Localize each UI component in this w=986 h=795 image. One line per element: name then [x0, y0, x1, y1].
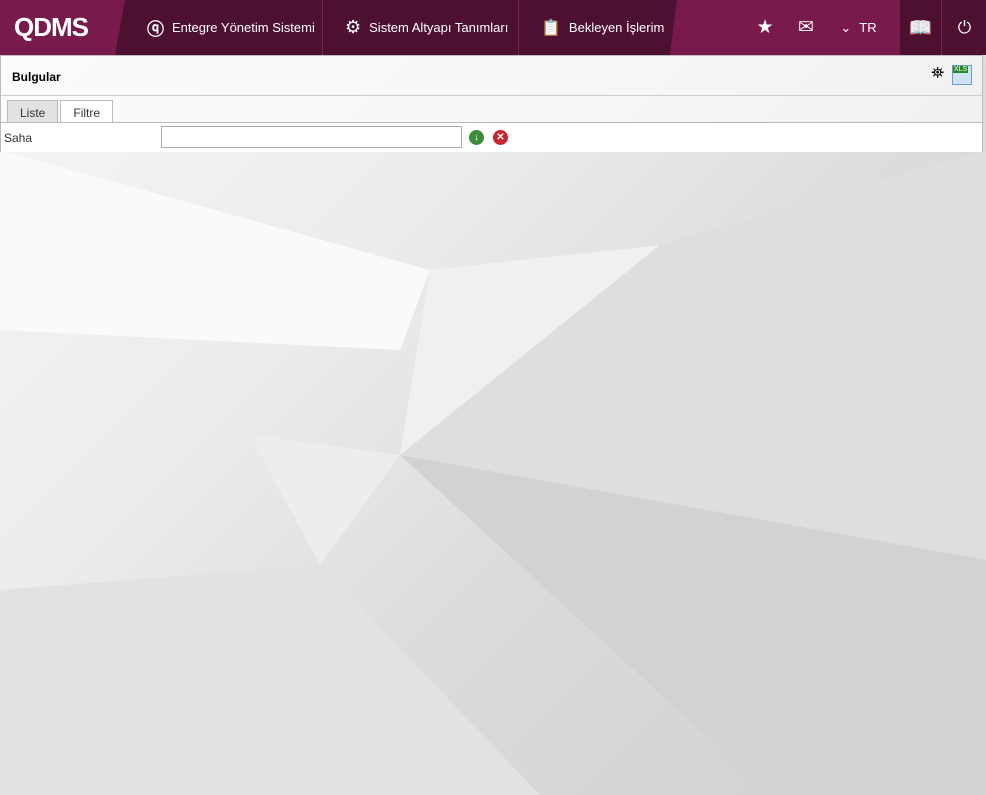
top-navbar: QDMS ⓠ Entegre Yönetim Sistemi ⚙ Sistem Al… [0, 0, 986, 55]
apply-filter-button[interactable]: ↓ [469, 130, 484, 145]
power-icon[interactable]: ⏻ [943, 0, 986, 55]
excel-export-icon[interactable]: XLS [952, 65, 972, 85]
bulgular-panel: Bulgular ⛯ XLS Liste Filtre Saha ↓ ✕ [0, 55, 983, 152]
tab-liste[interactable]: Liste [7, 100, 59, 122]
mail-icon[interactable]: ✉ [792, 0, 820, 55]
nav-entegre-yonetim-sistemi[interactable]: ⓠ Entegre Yönetim Sistemi [125, 0, 323, 55]
q-icon: ⓠ [147, 20, 164, 39]
panel-title: Bulgular [1, 56, 982, 96]
binoculars-icon[interactable]: ⛯ [931, 65, 944, 83]
qdms-logo[interactable]: QDMS [0, 0, 125, 55]
language-selector[interactable]: ⌄ TR [836, 0, 881, 55]
nav-bekleyen-islerim[interactable]: 📋 Bekleyen İşlerim [519, 0, 679, 55]
tab-filtre[interactable]: Filtre [60, 100, 114, 123]
chevron-down-icon: ⌄ [840, 19, 852, 35]
clipboard-icon: 📋 [541, 19, 561, 37]
saha-label: Saha [4, 131, 33, 145]
star-icon[interactable]: ★ [752, 0, 778, 55]
help-book-icon[interactable]: 📖 [900, 0, 942, 55]
filter-form: Saha ↓ ✕ [1, 122, 982, 152]
nav-sistem-altyapi-tanimlari[interactable]: ⚙ Sistem Altyapı Tanımları [323, 0, 519, 55]
clear-filter-button[interactable]: ✕ [493, 130, 508, 145]
saha-input[interactable] [161, 126, 462, 148]
gear-icon: ⚙ [345, 17, 362, 37]
